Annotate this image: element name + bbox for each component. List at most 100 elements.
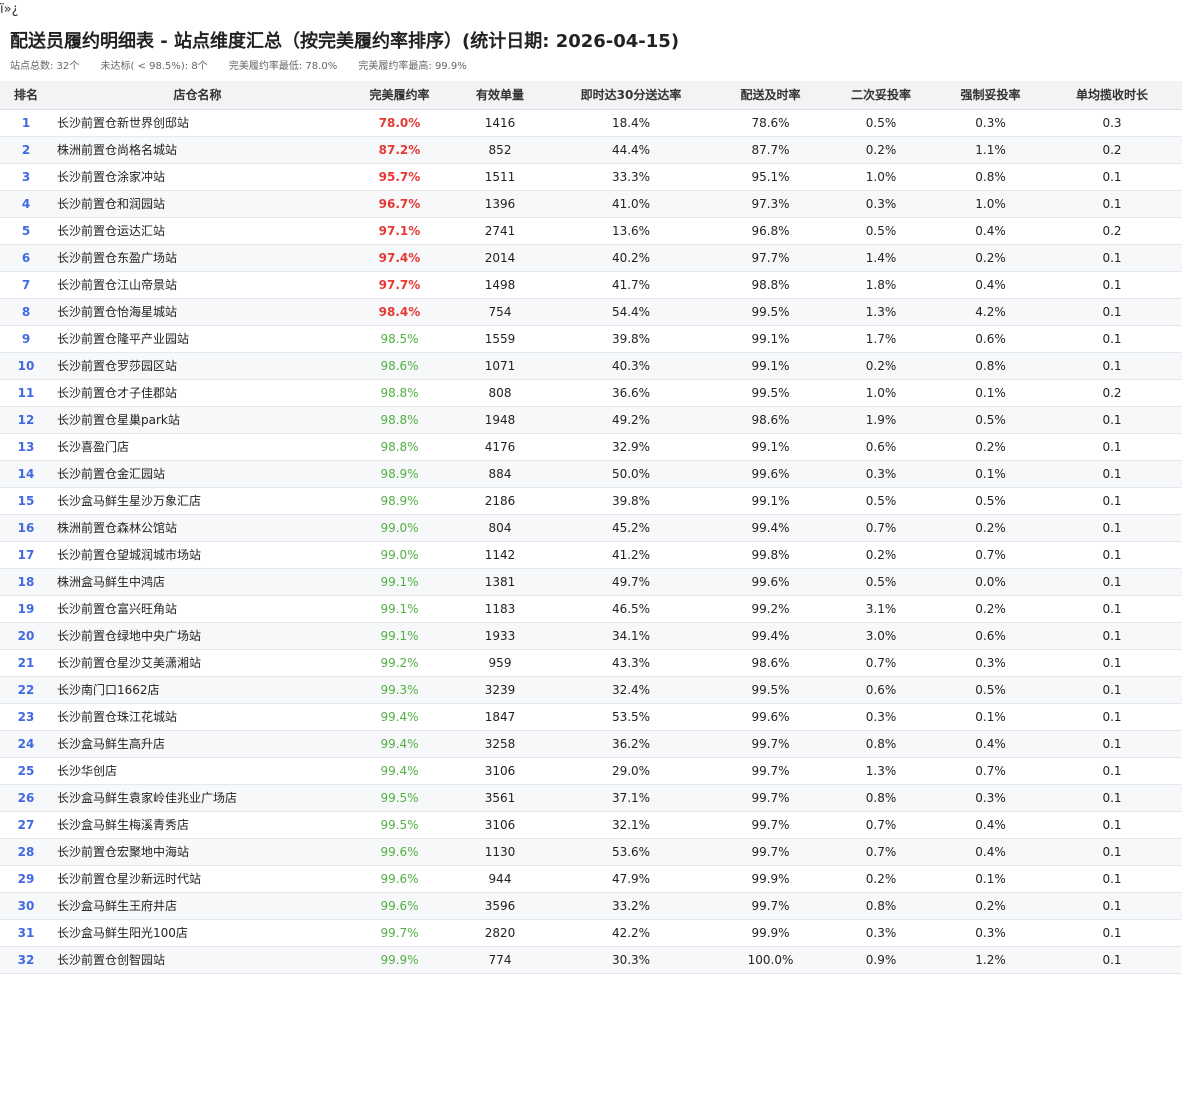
table-row[interactable]: 22 长沙南门口1662店 99.3% 3239 32.4% 99.5% 0.6% 0.5% 0… [0,676,1182,704]
second-delivery-cell: 1.0% [823,163,939,191]
perfect-rate-cell: 87.2% [343,136,456,164]
table-row[interactable]: 20 长沙前置仓绿地中央广场站 99.1% 1933 34.1% 99.4% 3.0% 0.6… [0,622,1182,650]
store-name-cell: 长沙前置仓和润园站 [52,190,343,218]
ontime-rate-cell: 99.7% [718,757,823,785]
table-row[interactable]: 14 长沙前置仓金汇园站 98.9% 884 50.0% 99.6% 0.3% 0.1% 0.1 [0,460,1182,488]
table-row[interactable]: 26 长沙盒马鲜生袁家岭佳兆业广场店 99.5% 3561 37.1% 99.7% 0.8%… [0,784,1182,812]
rank-cell: 27 [0,811,52,839]
table-row[interactable]: 2 株洲前置仓尚格名城站 87.2% 852 44.4% 87.7% 0.2% 1.1% 0.2 [0,136,1182,164]
ontime-rate-cell: 95.1% [718,163,823,191]
ontime-rate-cell: 97.3% [718,190,823,218]
rank-cell: 11 [0,379,52,407]
store-name-cell: 长沙前置仓星巢park站 [52,406,343,434]
ontime-rate-cell: 99.7% [718,784,823,812]
table-row[interactable]: 3 长沙前置仓涂家冲站 95.7% 1511 33.3% 95.1% 1.0% 0.8% 0.1 [0,163,1182,191]
perfect-rate-cell: 99.6% [343,865,456,893]
column-header-valid-orders[interactable]: 有效单量 [456,81,544,110]
column-header-rank[interactable]: 排名 [0,81,52,110]
rate-30min-cell: 32.9% [544,433,718,461]
perfect-rate-cell: 99.4% [343,757,456,785]
second-delivery-cell: 0.3% [823,703,939,731]
table-row[interactable]: 12 长沙前置仓星巢park站 98.8% 1948 49.2% 98.6% 1.9% 0.5… [0,406,1182,434]
table-row[interactable]: 31 长沙盒马鲜生阳光100店 99.7% 2820 42.2% 99.9% 0.3% 0.3… [0,919,1182,947]
table-row[interactable]: 5 长沙前置仓运达汇站 97.1% 2741 13.6% 96.8% 0.5% 0.4% 0.2 [0,217,1182,245]
pickup-duration-cell: 0.1 [1042,784,1182,812]
table-row[interactable]: 23 长沙前置仓珠江花城站 99.4% 1847 53.5% 99.6% 0.3% 0.1% 0… [0,703,1182,731]
second-delivery-cell: 3.0% [823,622,939,650]
table-row[interactable]: 13 长沙喜盈门店 98.8% 4176 32.9% 99.1% 0.6% 0.2% 0.1 [0,433,1182,461]
table-row[interactable]: 16 株洲前置仓森林公馆站 99.0% 804 45.2% 99.4% 0.7% 0.2% 0.… [0,514,1182,542]
rank-cell: 5 [0,217,52,245]
table-row[interactable]: 18 株洲盒马鲜生中鸿店 99.1% 1381 49.7% 99.6% 0.5% 0.0% 0.… [0,568,1182,596]
pickup-duration-cell: 0.1 [1042,703,1182,731]
forced-delivery-cell: 0.8% [939,163,1042,191]
table-row[interactable]: 7 长沙前置仓江山帝景站 97.7% 1498 41.7% 98.8% 1.8% 0.4% 0.… [0,271,1182,299]
table-row[interactable]: 9 长沙前置仓隆平产业园站 98.5% 1559 39.8% 99.1% 1.7% 0.6% 0… [0,325,1182,353]
column-header-ontime-rate[interactable]: 配送及时率 [718,81,823,110]
second-delivery-cell: 0.5% [823,568,939,596]
pickup-duration-cell: 0.1 [1042,325,1182,353]
rate-30min-cell: 33.3% [544,163,718,191]
forced-delivery-cell: 0.4% [939,217,1042,245]
forced-delivery-cell: 4.2% [939,298,1042,326]
ontime-rate-cell: 99.1% [718,352,823,380]
rate-30min-cell: 41.0% [544,190,718,218]
rank-cell: 24 [0,730,52,758]
forced-delivery-cell: 0.2% [939,244,1042,272]
table-row[interactable]: 25 长沙华创店 99.4% 3106 29.0% 99.7% 1.3% 0.7% 0.1 [0,757,1182,785]
table-row[interactable]: 19 长沙前置仓富兴旺角站 99.1% 1183 46.5% 99.2% 3.1% 0.2% 0… [0,595,1182,623]
station-table: 排名 店仓名称 完美履约率 有效单量 即时达30分送达率 配送及时率 二次妥投率… [0,81,1182,974]
table-row[interactable]: 30 长沙盒马鲜生王府井店 99.6% 3596 33.2% 99.7% 0.8% 0.2% 0… [0,892,1182,920]
column-header-30min-rate[interactable]: 即时达30分送达率 [544,81,718,110]
store-name-cell: 长沙前置仓怡海星城站 [52,298,343,326]
rate-30min-cell: 49.2% [544,406,718,434]
pickup-duration-cell: 0.1 [1042,622,1182,650]
ontime-rate-cell: 99.6% [718,568,823,596]
table-row[interactable]: 1 长沙前置仓新世界创邸站 78.0% 1416 18.4% 78.6% 0.5% 0.3% 0… [0,109,1182,137]
table-row[interactable]: 28 长沙前置仓宏聚地中海站 99.6% 1130 53.6% 99.7% 0.7% 0.4%… [0,838,1182,866]
column-header-forced-delivery-rate[interactable]: 强制妥投率 [939,81,1042,110]
pickup-duration-cell: 0.1 [1042,163,1182,191]
rank-cell: 3 [0,163,52,191]
forced-delivery-cell: 0.2% [939,433,1042,461]
column-header-second-delivery-rate[interactable]: 二次妥投率 [823,81,939,110]
table-row[interactable]: 11 长沙前置仓才子佳郡站 98.8% 808 36.6% 99.5% 1.0% 0.1% 0.… [0,379,1182,407]
column-header-store-name[interactable]: 店仓名称 [52,81,343,110]
ontime-rate-cell: 97.7% [718,244,823,272]
rank-cell: 22 [0,676,52,704]
table-row[interactable]: 29 长沙前置仓星沙新远时代站 99.6% 944 47.9% 99.9% 0.2% 0.1%… [0,865,1182,893]
valid-orders-cell: 1071 [456,352,544,380]
pickup-duration-cell: 0.1 [1042,487,1182,515]
table-row[interactable]: 17 长沙前置仓望城润城市场站 99.0% 1142 41.2% 99.8% 0.2% 0.7… [0,541,1182,569]
rate-30min-cell: 49.7% [544,568,718,596]
forced-delivery-cell: 0.1% [939,460,1042,488]
column-header-perfect-rate[interactable]: 完美履约率 [343,81,456,110]
table-row[interactable]: 4 长沙前置仓和润园站 96.7% 1396 41.0% 97.3% 0.3% 1.0% 0.1 [0,190,1182,218]
table-row[interactable]: 8 长沙前置仓怡海星城站 98.4% 754 54.4% 99.5% 1.3% 4.2% 0.1 [0,298,1182,326]
store-name-cell: 长沙前置仓东盈广场站 [52,244,343,272]
forced-delivery-cell: 0.4% [939,811,1042,839]
table-row[interactable]: 6 长沙前置仓东盈广场站 97.4% 2014 40.2% 97.7% 1.4% 0.2% 0.… [0,244,1182,272]
rank-cell: 16 [0,514,52,542]
valid-orders-cell: 2741 [456,217,544,245]
table-row[interactable]: 32 长沙前置仓创智园站 99.9% 774 30.3% 100.0% 0.9% 1.2% 0.… [0,946,1182,974]
ontime-rate-cell: 99.2% [718,595,823,623]
rate-30min-cell: 36.6% [544,379,718,407]
store-name-cell: 株洲前置仓尚格名城站 [52,136,343,164]
ontime-rate-cell: 98.8% [718,271,823,299]
second-delivery-cell: 0.6% [823,676,939,704]
second-delivery-cell: 1.8% [823,271,939,299]
perfect-rate-cell: 99.3% [343,676,456,704]
perfect-rate-cell: 99.0% [343,514,456,542]
table-row[interactable]: 24 长沙盒马鲜生高升店 99.4% 3258 36.2% 99.7% 0.8% 0.4% 0.… [0,730,1182,758]
table-row[interactable]: 15 长沙盒马鲜生星沙万象汇店 98.9% 2186 39.8% 99.1% 0.5% 0.5… [0,487,1182,515]
perfect-rate-cell: 99.5% [343,784,456,812]
column-header-pickup-duration[interactable]: 单均揽收时长 [1042,81,1182,110]
ontime-rate-cell: 99.6% [718,460,823,488]
second-delivery-cell: 1.9% [823,406,939,434]
perfect-rate-cell: 99.0% [343,541,456,569]
table-row[interactable]: 27 长沙盒马鲜生梅溪青秀店 99.5% 3106 32.1% 99.7% 0.7% 0.4%… [0,811,1182,839]
table-row[interactable]: 21 长沙前置仓星沙艾美潇湘站 99.2% 959 43.3% 98.6% 0.7% 0.3%… [0,649,1182,677]
rank-cell: 15 [0,487,52,515]
table-row[interactable]: 10 长沙前置仓罗莎园区站 98.6% 1071 40.3% 99.1% 0.2% 0.8% 0… [0,352,1182,380]
